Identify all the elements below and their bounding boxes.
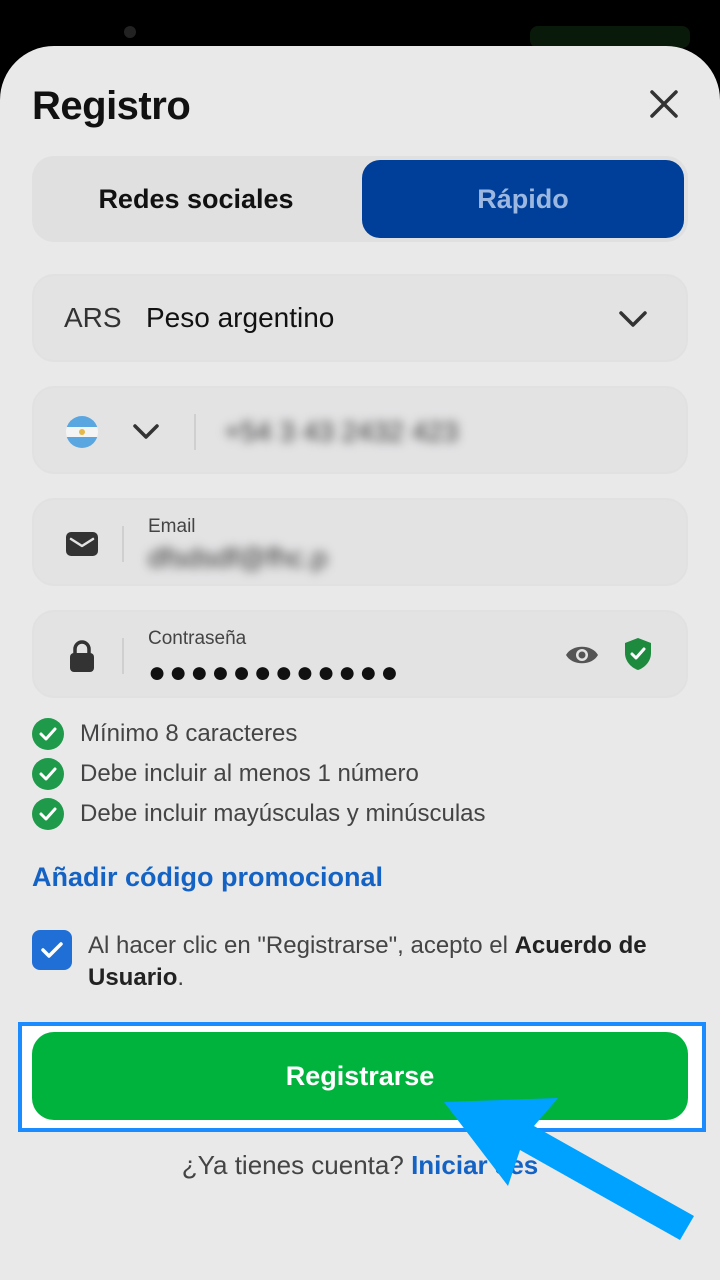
phone-field[interactable]: +54 3 43 2432 423 — [32, 386, 688, 474]
divider — [122, 526, 124, 562]
close-icon[interactable] — [644, 84, 684, 124]
page-title: Registro — [32, 84, 191, 128]
argentina-flag-icon[interactable] — [66, 416, 98, 448]
password-label: Contraseña — [148, 628, 247, 649]
check-circle-icon — [32, 718, 64, 750]
check-circle-icon — [32, 798, 64, 830]
status-pill — [530, 26, 690, 48]
email-label: Email — [148, 516, 196, 537]
shield-check-icon — [625, 638, 651, 670]
registration-tabs: Redes sociales Rápido — [32, 156, 688, 242]
email-field[interactable]: Email dfsdsdf@fhc.p — [32, 498, 688, 586]
list-item: Debe incluir al menos 1 número — [32, 754, 486, 794]
rule-text: Mínimo 8 caracteres — [80, 720, 298, 747]
lock-icon — [70, 640, 94, 672]
rule-text: Debe incluir mayúsculas y minúsculas — [80, 800, 486, 827]
divider — [194, 414, 196, 450]
list-item: Mínimo 8 caracteres — [32, 714, 486, 754]
phone-input[interactable]: +54 3 43 2432 423 — [224, 416, 458, 448]
add-promo-code-link[interactable]: Añadir código promocional — [32, 862, 383, 893]
check-icon — [41, 942, 63, 958]
eye-icon[interactable] — [564, 640, 600, 670]
check-circle-icon — [32, 758, 64, 790]
email-input[interactable]: dfsdsdf@fhc.p — [148, 542, 327, 574]
currency-select[interactable]: ARS Peso argentino — [32, 274, 688, 362]
pointer-arrow-icon — [444, 1098, 694, 1240]
camera-dot — [124, 26, 136, 38]
password-field[interactable]: Contraseña ●●●●●●●●●●●● — [32, 610, 688, 698]
rule-text: Debe incluir al menos 1 número — [80, 760, 419, 787]
login-prompt-text: ¿Ya tienes cuenta? — [181, 1150, 404, 1180]
mail-icon — [66, 532, 98, 556]
chevron-down-icon[interactable] — [130, 416, 162, 446]
currency-name: Peso argentino — [146, 302, 335, 333]
password-input[interactable]: ●●●●●●●●●●●● — [148, 656, 401, 690]
agreement-text: Al hacer clic en "Registrarse", acepto e… — [88, 932, 647, 991]
agreement-checkbox[interactable] — [32, 930, 72, 970]
tab-social[interactable]: Redes sociales — [36, 160, 356, 238]
currency-code: ARS — [64, 302, 122, 333]
divider — [122, 638, 124, 674]
user-agreement: Al hacer clic en "Registrarse", acepto e… — [32, 930, 688, 994]
list-item: Debe incluir mayúsculas y minúsculas — [32, 794, 486, 834]
tab-quick[interactable]: Rápido — [362, 160, 684, 238]
password-rules: Mínimo 8 caracteres Debe incluir al meno… — [32, 714, 486, 834]
chevron-down-icon — [619, 311, 647, 327]
